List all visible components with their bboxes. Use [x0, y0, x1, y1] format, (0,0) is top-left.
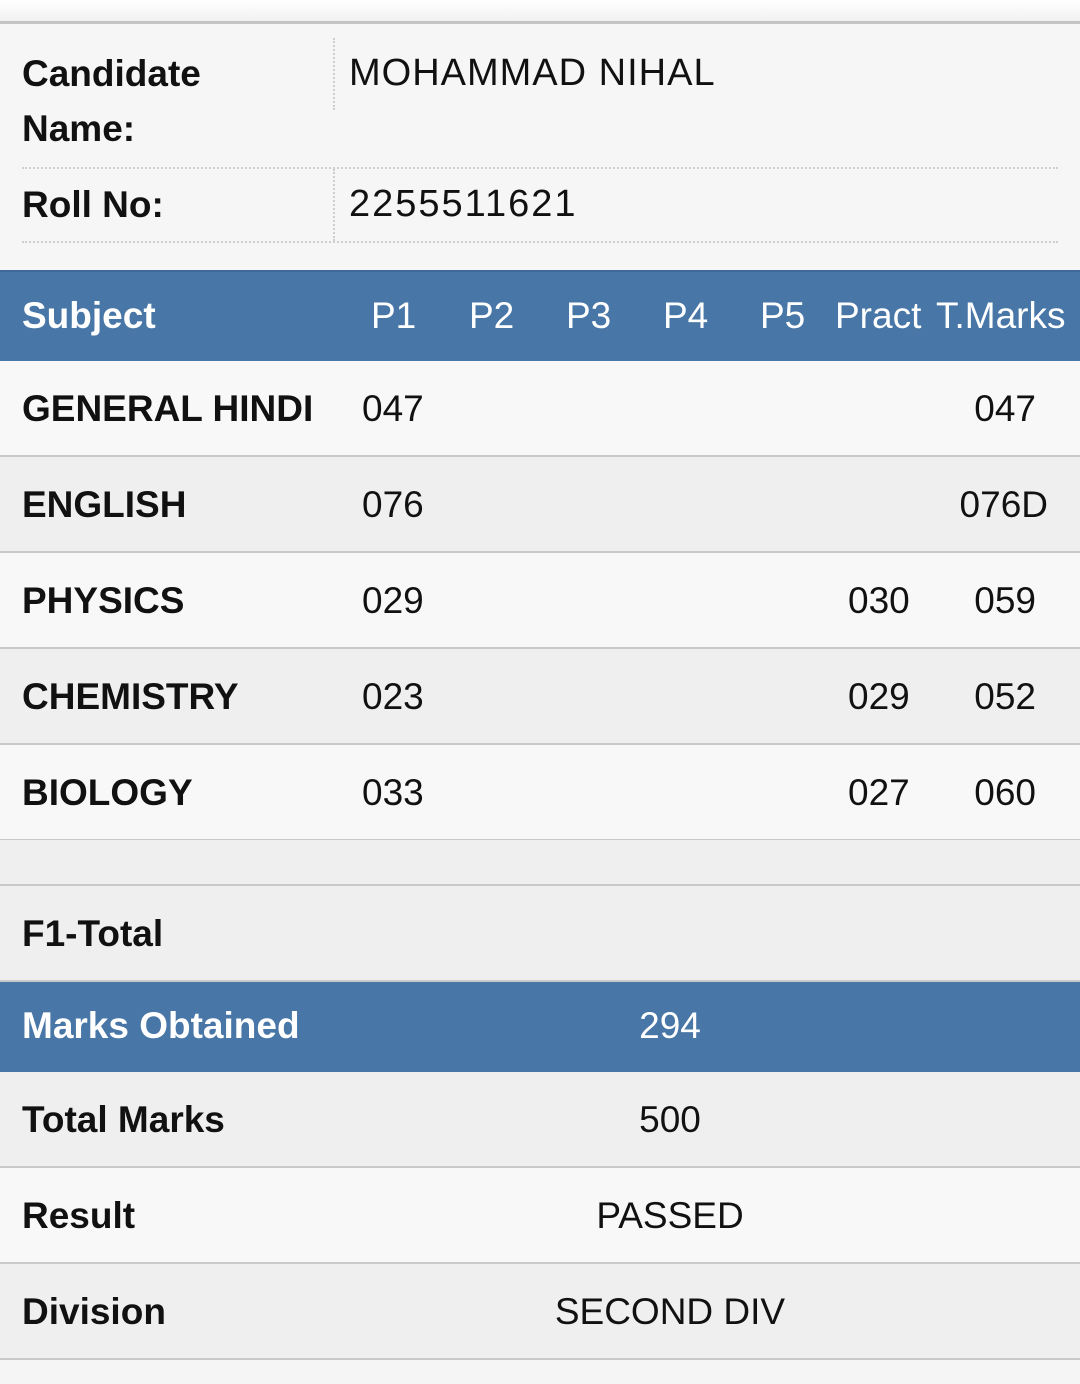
- pract-marks: 027: [848, 772, 910, 813]
- subject-name: GENERAL HINDI: [22, 388, 314, 429]
- header-p4: P4: [663, 295, 709, 336]
- f1-total-label: F1-Total: [22, 913, 164, 954]
- marks-table-header: Subject P1 P2 P3 P4 P5 Pract T.Marks: [0, 270, 1080, 361]
- p1-marks: 033: [362, 772, 424, 813]
- header-pract: Pract: [835, 295, 922, 336]
- header-total-marks: T.Marks: [936, 295, 1066, 336]
- header-subject: Subject: [22, 295, 156, 336]
- table-spacer-row: [0, 840, 1080, 886]
- total-marks-row: Total Marks 500: [0, 1072, 1080, 1168]
- header-p3: P3: [566, 295, 612, 336]
- subject-name: CHEMISTRY: [22, 676, 239, 717]
- marks-obtained-value: 294: [639, 1005, 701, 1046]
- header-p5: P5: [760, 295, 806, 336]
- top-bar: [0, 0, 1080, 24]
- total-marks-cell: 060: [974, 772, 1036, 813]
- result-row: Result PASSED: [0, 1168, 1080, 1264]
- header-p2: P2: [469, 295, 515, 336]
- result-label: Result: [22, 1195, 136, 1236]
- candidate-name-label: Candidate Name:: [22, 53, 201, 149]
- table-row: ENGLISH 076 076D: [0, 457, 1080, 553]
- division-row: Division SECOND DIV: [0, 1264, 1080, 1360]
- header-p1: P1: [371, 295, 417, 336]
- table-row: CHEMISTRY 023 029 052: [0, 649, 1080, 745]
- p1-marks: 023: [362, 676, 424, 717]
- result-page: Candidate Name: MOHAMMAD NIHAL Roll No: …: [0, 0, 1080, 1384]
- pract-marks: 029: [848, 676, 910, 717]
- p1-marks: 076: [362, 484, 424, 525]
- marks-obtained-row: Marks Obtained 294: [0, 982, 1080, 1072]
- total-marks-cell: 047: [974, 388, 1036, 429]
- table-row: PHYSICS 029 030 059: [0, 553, 1080, 649]
- total-marks-cell: 052: [974, 676, 1036, 717]
- total-marks-label: Total Marks: [22, 1099, 225, 1140]
- total-marks-cell: 059: [974, 580, 1036, 621]
- pract-marks: 030: [848, 580, 910, 621]
- candidate-name-value: MOHAMMAD NIHAL: [349, 52, 716, 94]
- result-value: PASSED: [596, 1195, 744, 1236]
- roll-number-row: Roll No: 2255511621: [22, 169, 1058, 243]
- p1-marks: 029: [362, 580, 424, 621]
- f1-total-row: F1-Total: [0, 886, 1080, 982]
- candidate-info: Candidate Name: MOHAMMAD NIHAL Roll No: …: [0, 24, 1080, 270]
- table-row: BIOLOGY 033 027 060: [0, 745, 1080, 841]
- info-separator: [333, 169, 335, 241]
- subject-name: ENGLISH: [22, 484, 187, 525]
- subject-name: BIOLOGY: [22, 772, 193, 813]
- roll-number-value: 2255511621: [349, 183, 578, 225]
- division-label: Division: [22, 1291, 166, 1332]
- p1-marks: 047: [362, 388, 424, 429]
- roll-number-label: Roll No:: [22, 184, 164, 225]
- division-value: SECOND DIV: [554, 1291, 786, 1332]
- total-marks-value: 500: [639, 1099, 701, 1140]
- total-marks-cell: 076D: [959, 484, 1048, 525]
- table-row: GENERAL HINDI 047 047: [0, 361, 1080, 457]
- info-separator: [333, 38, 335, 110]
- subject-name: PHYSICS: [22, 580, 185, 621]
- marks-obtained-label: Marks Obtained: [22, 1005, 300, 1046]
- candidate-name-row: Candidate Name: MOHAMMAD NIHAL: [22, 38, 1058, 169]
